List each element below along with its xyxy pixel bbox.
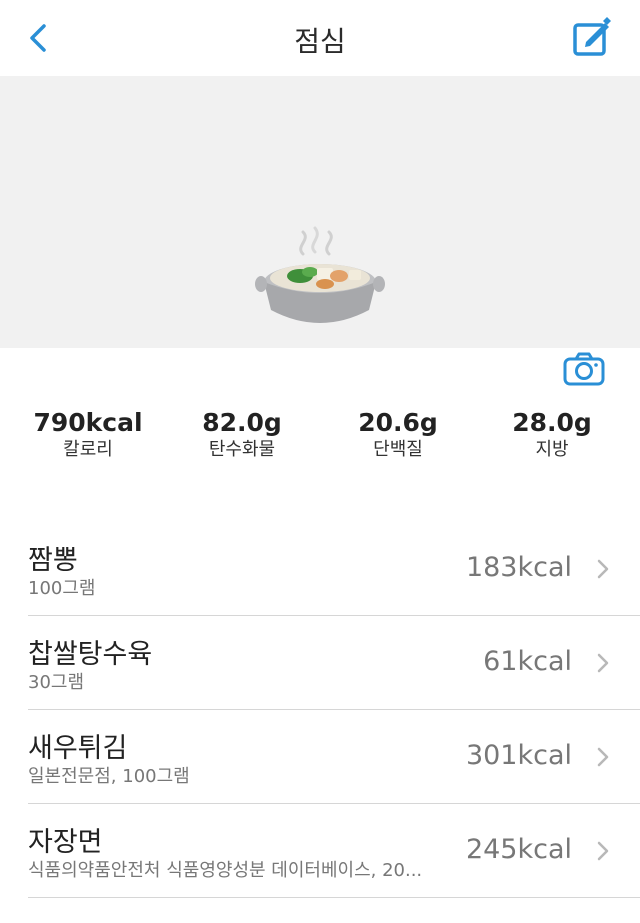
calories-label: 칼로리 <box>63 439 113 460</box>
camera-icon <box>563 352 605 386</box>
page-title: 점심 <box>294 25 346 58</box>
fat-label: 지방 <box>535 439 569 460</box>
edit-icon <box>573 17 611 56</box>
food-name: 새우튀김 <box>28 733 128 764</box>
meal-photo-area <box>0 76 640 386</box>
food-name: 찹쌀탕수육 <box>28 639 153 670</box>
food-item[interactable]: 새우튀김 일본전문점, 100그램 301kcal <box>28 710 640 804</box>
camera-button[interactable] <box>563 352 605 386</box>
fat-value: 28.0g <box>512 408 592 437</box>
chevron-right-icon <box>597 747 609 767</box>
food-calories: 301kcal <box>465 740 572 771</box>
calories-summary: 790kcal 칼로리 <box>8 408 168 462</box>
food-list: 짬뽕 100그램 183kcal 찹쌀탕수육 30그램 61kcal 새우튀김 … <box>0 522 640 898</box>
chevron-right-icon <box>597 653 609 673</box>
nutrition-summary: 790kcal 칼로리 82.0g 탄수화물 20.6g 단백질 28.0g 지… <box>0 408 640 468</box>
food-calories: 183kcal <box>465 552 572 583</box>
food-item[interactable]: 자장면 식품의약품안전처 식품영양성분 데이터베이스, 20... 245kca… <box>28 804 640 898</box>
top-bar: 점심 <box>0 0 640 76</box>
protein-summary: 20.6g 단백질 <box>318 408 478 462</box>
protein-label: 단백질 <box>373 439 423 460</box>
carbs-value: 82.0g <box>202 408 282 437</box>
food-detail: 100그램 <box>28 578 96 599</box>
food-calories: 245kcal <box>465 834 572 865</box>
edit-button[interactable] <box>572 16 612 58</box>
chevron-right-icon <box>597 559 609 579</box>
chevron-right-icon <box>597 841 609 861</box>
carbs-summary: 82.0g 탄수화물 <box>162 408 322 462</box>
hotpot-dish-image <box>255 226 385 323</box>
carbs-label: 탄수화물 <box>208 439 276 460</box>
food-calories: 61kcal <box>483 646 572 677</box>
food-name: 자장면 <box>28 827 103 858</box>
protein-value: 20.6g <box>358 408 438 437</box>
food-detail: 30그램 <box>28 672 85 693</box>
food-item[interactable]: 찹쌀탕수육 30그램 61kcal <box>28 616 640 710</box>
food-detail: 일본전문점, 100그램 <box>28 766 190 787</box>
food-detail: 식품의약품안전처 식품영양성분 데이터베이스, 20... <box>28 860 423 881</box>
food-item[interactable]: 짬뽕 100그램 183kcal <box>28 522 640 616</box>
fat-summary: 28.0g 지방 <box>472 408 632 462</box>
food-name: 짬뽕 <box>28 545 78 576</box>
calories-value: 790kcal <box>33 408 143 437</box>
